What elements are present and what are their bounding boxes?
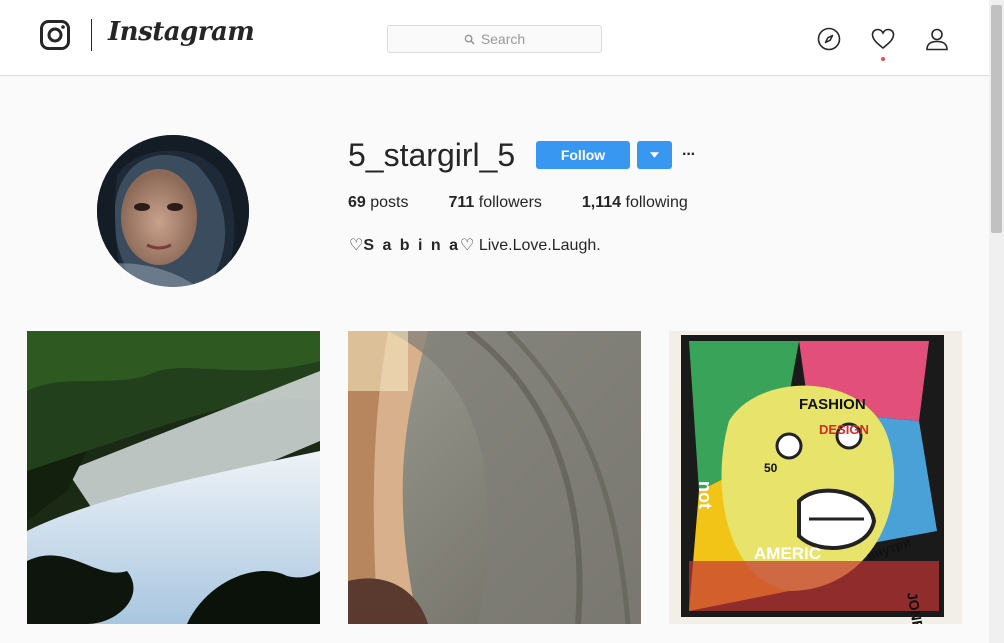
suggestions-dropdown-button[interactable] (637, 141, 672, 169)
followers-label: followers (478, 194, 542, 211)
profile-username: 5_stargirl_5 (348, 137, 516, 173)
collage-text-fashion: FASHION (799, 396, 866, 413)
profile-bio: ♡S a b i n a♡ Live.Love.Laugh. (349, 235, 601, 255)
compass-icon[interactable] (817, 27, 841, 51)
pop-art-collage-photo: FASHION DESIGN 50 AMERIC not внутри JONE (669, 331, 962, 624)
posts-stat: 69 posts (348, 194, 409, 212)
post-tile-collage[interactable]: FASHION DESIGN 50 AMERIC not внутри JONE (669, 331, 962, 624)
following-label: following (625, 194, 688, 211)
caret-down-icon (650, 152, 659, 158)
instagram-wordmark[interactable]: Instagram (108, 17, 255, 47)
following-count: 1,114 (581, 194, 622, 211)
followers-stat[interactable]: 711 followers (449, 194, 542, 212)
post-tile-river[interactable] (27, 331, 320, 624)
bio-heart-prefix: ♡ (349, 237, 364, 254)
posts-count: 69 (348, 194, 366, 211)
logo-divider (91, 19, 92, 51)
collage-text-50: 50 (764, 461, 778, 475)
river-reflection-photo (27, 331, 320, 624)
user-icon[interactable] (925, 27, 949, 51)
search-placeholder: Search (480, 31, 526, 47)
follow-button[interactable]: Follow (536, 141, 630, 169)
post-tile-selfie[interactable] (348, 331, 641, 624)
top-navigation-bar: Instagram Search (0, 0, 989, 76)
posts-label: posts (370, 194, 409, 211)
bio-full-name: S a b i n a (363, 237, 461, 254)
profile-stats: 69 posts 711 followers 1,114 following (348, 194, 728, 212)
followers-count: 711 (448, 194, 475, 211)
page-scrollbar-thumb[interactable] (991, 5, 1002, 233)
search-input[interactable]: Search (387, 25, 602, 53)
profile-avatar[interactable] (97, 135, 249, 287)
hair-selfie-photo (348, 331, 641, 624)
collage-text-not: not (695, 481, 715, 509)
following-stat[interactable]: 1,114 following (582, 194, 688, 212)
instagram-glyph-icon[interactable] (40, 20, 70, 50)
bio-text: ♡ Live.Love.Laugh. (460, 237, 601, 254)
notification-dot (881, 57, 885, 61)
heart-icon[interactable] (871, 27, 895, 51)
collage-text-design: DESIGN (819, 422, 869, 437)
collage-text-americ: AMERIC (754, 544, 821, 563)
more-options-button[interactable]: ··· (682, 146, 700, 163)
search-icon (464, 34, 475, 45)
